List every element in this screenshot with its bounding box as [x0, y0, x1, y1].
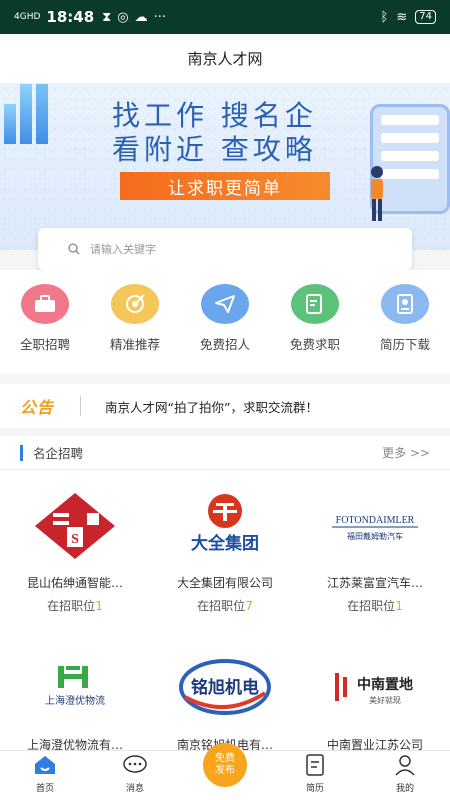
- tab-publish[interactable]: 免费发布: [180, 743, 270, 800]
- svg-text:福田戴姆勒汽车: 福田戴姆勒汽车: [347, 531, 403, 541]
- company-jobs: 在招职位1: [47, 599, 103, 613]
- more-dots-icon: ···: [153, 9, 167, 25]
- user-icon: [392, 752, 418, 778]
- tab-label: 首页: [35, 784, 54, 794]
- company-name: 江苏莱富宣汽车…: [326, 576, 423, 590]
- company-name: 大全集团有限公司: [176, 576, 273, 590]
- company-logo: 大全集团: [170, 486, 280, 566]
- briefcase-icon: [21, 284, 69, 324]
- svg-text:S: S: [71, 532, 79, 547]
- page-title: 南京人才网: [187, 50, 263, 68]
- status-time: 18:48: [46, 8, 95, 26]
- category-free-hire[interactable]: 免费招人: [180, 270, 270, 374]
- resume-send-icon: [291, 284, 339, 324]
- paper-plane-icon: [201, 284, 249, 324]
- tab-profile[interactable]: 我的: [360, 751, 450, 800]
- svg-text:大全集团: 大全集团: [191, 533, 259, 554]
- app-header: 南京人才网: [0, 34, 450, 84]
- tab-resume[interactable]: 简历: [270, 751, 360, 800]
- company-name: 昆山佑绅通智能…: [26, 576, 123, 590]
- category-resume-download[interactable]: 简历下载: [360, 270, 450, 374]
- bluetooth-icon: ᛒ: [380, 9, 389, 25]
- company-logo: 上海澄优物流: [20, 648, 130, 728]
- company-card[interactable]: 大全集团 大全集团有限公司 在招职位7: [150, 486, 300, 636]
- search-placeholder: 请输入关键字: [90, 243, 156, 256]
- alarm-icon: ⧗: [102, 9, 112, 25]
- announcement-tag: 公告: [20, 398, 55, 417]
- company-card[interactable]: S 昆山佑绅通智能… 在招职位1: [0, 486, 150, 636]
- notification-icons: ⧗ ◎ ☁ ···: [102, 10, 166, 25]
- publish-button[interactable]: 免费发布: [203, 743, 247, 787]
- svg-text:中南置地: 中南置地: [357, 676, 413, 693]
- announcement-bar[interactable]: 公告 南京人才网“拍了拍你”，求职交流群！: [0, 384, 450, 428]
- tab-home[interactable]: 首页: [0, 751, 90, 800]
- bottom-tab-bar: 首页 消息 免费发布 简历 我的: [0, 743, 450, 800]
- company-card[interactable]: FOTONDAIMLER 福田戴姆勒汽车 江苏莱富宣汽车… 在招职位1: [300, 486, 450, 636]
- company-logo: 铭旭机电: [170, 648, 280, 728]
- more-link[interactable]: 更多 >>: [382, 444, 430, 461]
- home-icon: [32, 752, 58, 778]
- promo-banner[interactable]: 找工作 搜名企 看附近 查攻略 让求职更简单: [0, 84, 450, 250]
- company-logo: 中南置地 美好就现: [320, 648, 430, 728]
- company-jobs: 在招职位7: [197, 599, 253, 613]
- company-jobs: 在招职位1: [347, 599, 403, 613]
- search-input[interactable]: 请输入关键字: [38, 228, 412, 270]
- category-label: 简历下载: [379, 337, 430, 352]
- category-free-job[interactable]: 免费求职: [270, 270, 360, 374]
- svg-text:FOTONDAIMLER: FOTONDAIMLER: [336, 515, 415, 526]
- featured-companies: 名企招聘 更多 >> S 昆山佑绅通智能… 在招职位1 大全集团 大全集团有限公…: [0, 436, 450, 756]
- category-label: 精准推荐: [109, 337, 160, 352]
- category-fulltime[interactable]: 全职招聘: [0, 270, 90, 374]
- section-title: 名企招聘: [33, 446, 84, 461]
- banner-line-2: 看附近 查攻略: [112, 133, 317, 166]
- announcement-text: 南京人才网“拍了拍你”，求职交流群！: [105, 399, 318, 415]
- cloud-icon: ☁: [134, 9, 148, 25]
- category-label: 免费求职: [289, 337, 340, 352]
- search-icon: [68, 243, 80, 255]
- resume-icon: [302, 752, 328, 778]
- svg-text:铭旭机电: 铭旭机电: [191, 677, 259, 698]
- tab-label: 我的: [395, 784, 414, 794]
- section-accent: [20, 444, 23, 461]
- resume-download-icon: [381, 284, 429, 324]
- message-icon: [122, 752, 148, 778]
- wechat-icon: ◎: [117, 9, 129, 25]
- wifi-icon: ≋: [396, 9, 408, 25]
- signal-indicator: 4GHD: [14, 11, 41, 22]
- banner-slogan: 让求职更简单: [120, 172, 330, 200]
- status-bar: 4GHD 18:48 ⧗ ◎ ☁ ··· ᛒ ≋ 74: [0, 0, 450, 34]
- category-recommend[interactable]: 精准推荐: [90, 270, 180, 374]
- tab-messages[interactable]: 消息: [90, 751, 180, 800]
- person-illustration: [371, 166, 383, 221]
- divider: [80, 396, 82, 416]
- tab-label: 消息: [125, 784, 144, 794]
- category-nav: 全职招聘 精准推荐 免费招人 免费求职 简历下载: [0, 270, 450, 374]
- target-icon: [111, 284, 159, 324]
- section-header: 名企招聘 更多 >>: [0, 436, 450, 470]
- category-label: 免费招人: [199, 337, 250, 352]
- category-label: 全职招聘: [19, 337, 70, 352]
- svg-text:上海澄优物流: 上海澄优物流: [45, 694, 105, 707]
- svg-text:美好就现: 美好就现: [369, 695, 401, 705]
- tab-label: 简历: [305, 784, 324, 794]
- company-logo: FOTONDAIMLER 福田戴姆勒汽车: [320, 486, 430, 566]
- company-logo: S: [20, 486, 130, 566]
- publish-label: 免费发布: [215, 753, 235, 776]
- battery-indicator: 74: [415, 10, 436, 24]
